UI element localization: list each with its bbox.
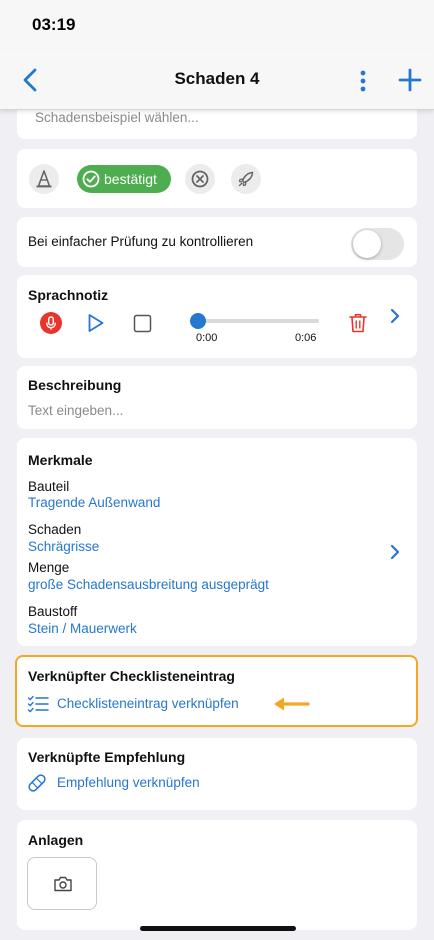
record-button[interactable] [40,312,62,334]
checklist-icon [27,695,49,713]
feature-label: Menge [28,560,70,575]
microphone-icon [46,316,56,330]
status-card: bestätigt [17,149,417,208]
checklist-title: Verknüpfter Checklisteneintrag [28,668,235,684]
rocket-icon [238,171,254,187]
add-photo-button[interactable] [27,857,97,910]
features-chevron-right-icon[interactable] [389,544,401,560]
bandage-icon [28,774,46,792]
feature-label: Baustoff [28,604,78,619]
description-title: Beschreibung [28,377,122,393]
status-badge-confirmed[interactable]: bestätigt [77,165,171,193]
trash-icon[interactable] [348,312,368,334]
feature-value: Schrägrisse [28,539,100,554]
recommendation-link-label: Empfehlung verknüpfen [57,775,200,790]
recommendation-title: Verknüpfte Empfehlung [28,749,186,765]
features-title: Merkmale [28,452,93,468]
simple-check-card: Bei einfacher Prüfung zu kontrollieren [17,217,417,267]
features-card[interactable]: Merkmale Bauteil Tragende Außenwand Scha… [17,438,417,646]
checklist-link-label: Checklisteneintrag verknüpfen [57,696,239,711]
recommendation-link[interactable]: Empfehlung verknüpfen [26,772,236,794]
status-bar: 03:19 [0,0,434,50]
audio-progress-thumb[interactable] [190,313,206,329]
damage-example-placeholder: Schadensbeispiel wählen... [35,110,199,125]
stop-icon[interactable] [133,314,152,333]
voice-note-title: Sprachnotiz [28,287,109,303]
x-circle-icon [191,170,209,188]
status-chip-rocket[interactable] [231,164,261,194]
status-chip-rejected[interactable] [185,164,215,194]
description-card[interactable]: Beschreibung Text eingeben... [17,366,417,429]
attachments-title: Anlagen [28,832,84,848]
audio-progress-track[interactable] [199,319,319,323]
checklist-card: Verknüpfter Checklisteneintrag Checklist… [15,655,418,727]
play-icon[interactable] [87,313,105,333]
status-chip-cone[interactable] [29,164,59,194]
more-vertical-icon[interactable] [353,68,373,94]
navigation-bar: Schaden 4 [0,50,434,110]
check-circle-icon [82,170,100,188]
voice-note-chevron-right-icon[interactable] [389,308,401,324]
plus-icon[interactable] [397,67,423,93]
status-badge-label: bestätigt [104,171,157,187]
feature-label: Bauteil [28,479,70,494]
camera-icon [54,876,72,892]
checklist-link[interactable]: Checklisteneintrag verknüpfen [27,694,262,714]
traffic-cone-icon [36,170,52,188]
audio-duration: 0:06 [295,332,317,344]
home-indicator [140,926,296,931]
recommendation-card: Verknüpfte Empfehlung Empfehlung verknüp… [17,738,417,810]
simple-check-toggle[interactable] [351,228,404,260]
voice-note-card: Sprachnotiz 0:00 0:06 [17,275,417,358]
status-time: 03:19 [32,15,76,34]
attachments-card: Anlagen [17,820,417,930]
simple-check-label: Bei einfacher Prüfung zu kontrollieren [28,234,254,249]
audio-current-time: 0:00 [196,332,218,344]
toggle-knob [353,230,381,258]
feature-value: Stein / Mauerwerk [28,621,137,636]
description-placeholder: Text eingeben... [28,403,124,418]
arrow-left-icon [274,697,310,711]
feature-value: große Schadensausbreitung ausgeprägt [28,577,269,592]
feature-value: Tragende Außenwand [28,495,161,510]
feature-label: Schaden [28,522,82,537]
